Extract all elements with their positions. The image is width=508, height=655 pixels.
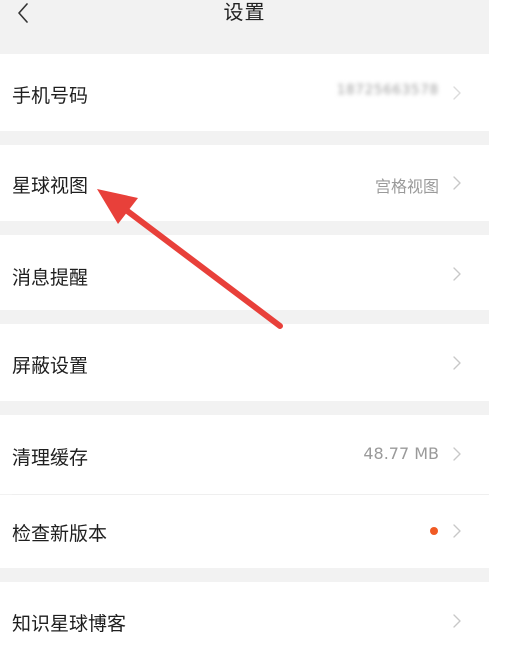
settings-row-check-update[interactable]: 检查新版本 bbox=[0, 495, 489, 568]
settings-row-blog[interactable]: 知识星球博客 bbox=[0, 582, 489, 655]
nav-bar: 设置 bbox=[0, 0, 489, 54]
planet-view-value: 宫格视图 bbox=[374, 177, 439, 196]
settings-row-planet-view[interactable]: 星球视图 宫格视图 bbox=[0, 145, 489, 221]
chevron-right-icon bbox=[453, 524, 461, 538]
settings-row-clear-cache[interactable]: 清理缓存 48.77 MB bbox=[0, 415, 489, 494]
cache-size-value: 48.77 MB bbox=[363, 444, 439, 463]
chevron-right-icon bbox=[453, 86, 461, 100]
update-badge-dot bbox=[430, 527, 438, 535]
phone-number-value: 18725663578 bbox=[337, 83, 439, 98]
chevron-right-icon bbox=[453, 356, 461, 370]
row-label: 屏蔽设置 bbox=[12, 355, 89, 377]
row-label: 清理缓存 bbox=[12, 447, 89, 469]
row-label: 消息提醒 bbox=[12, 267, 89, 289]
settings-row-notifications[interactable]: 消息提醒 bbox=[0, 235, 489, 310]
row-label: 检查新版本 bbox=[12, 523, 108, 545]
row-label: 手机号码 bbox=[12, 85, 89, 107]
right-margin bbox=[489, 0, 508, 655]
chevron-right-icon bbox=[453, 176, 461, 190]
chevron-right-icon bbox=[453, 614, 461, 628]
settings-screen: 设置 手机号码 18725663578 星球视图 宫格视图 消息提醒 屏蔽设置 … bbox=[0, 0, 489, 655]
settings-row-phone[interactable]: 手机号码 18725663578 bbox=[0, 54, 489, 131]
chevron-right-icon bbox=[453, 447, 461, 461]
row-label: 星球视图 bbox=[12, 175, 89, 197]
chevron-right-icon bbox=[453, 267, 461, 281]
page-title: 设置 bbox=[223, 0, 266, 24]
settings-row-block[interactable]: 屏蔽设置 bbox=[0, 324, 489, 401]
row-label: 知识星球博客 bbox=[12, 613, 127, 635]
